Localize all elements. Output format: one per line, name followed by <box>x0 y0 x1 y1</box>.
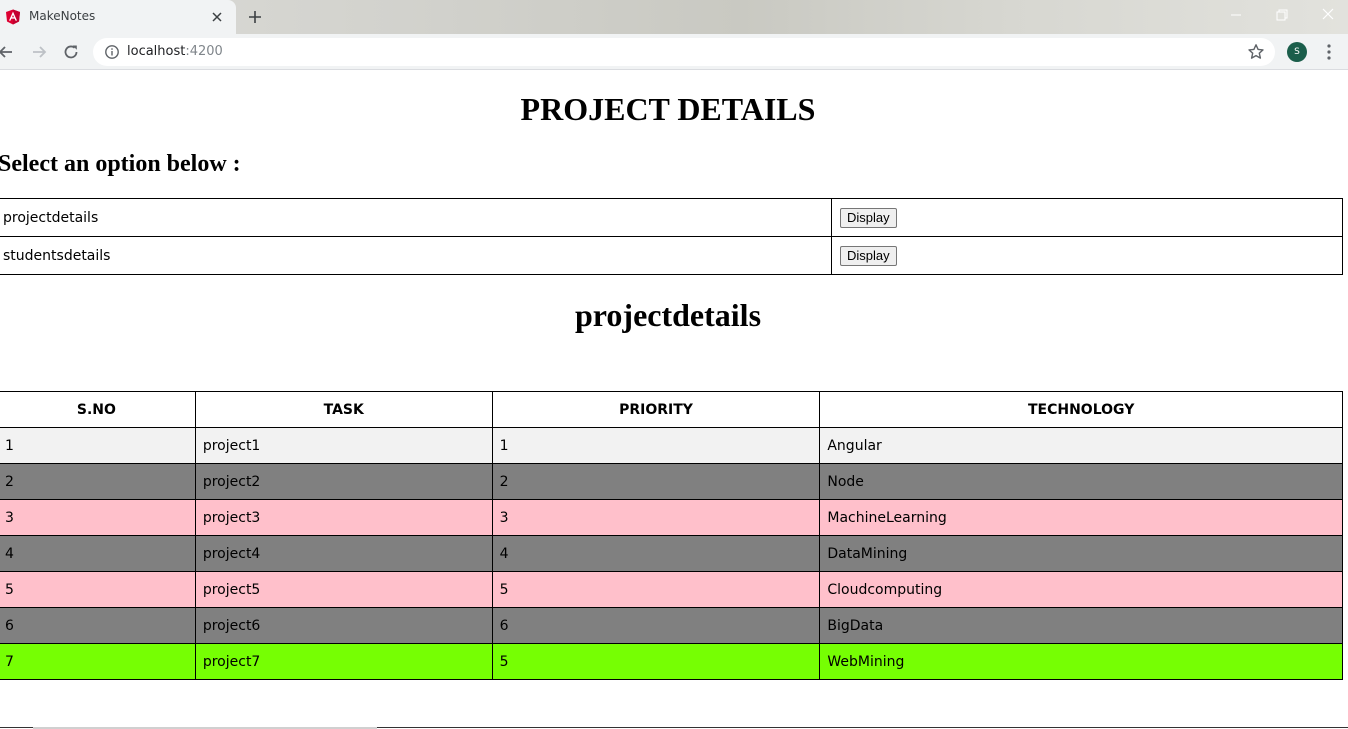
cell-priority: 5 <box>491 643 821 680</box>
table-row: 3 project3 3 MachineLearning <box>0 499 1343 536</box>
cell-task: project7 <box>194 643 493 680</box>
browser-toolbar: localhost:4200 S <box>0 34 1348 70</box>
cell-task: project6 <box>194 607 493 644</box>
cell-technology: Node <box>819 463 1343 500</box>
close-window-icon[interactable] <box>1317 5 1339 25</box>
table-row: 7 project7 5 WebMining <box>0 643 1343 680</box>
cell-sno: 6 <box>0 607 196 644</box>
column-header-priority: PRIORITY <box>491 391 821 428</box>
bookmark-star-icon[interactable] <box>1247 43 1265 61</box>
options-table: projectdetails Display studentsdetails D… <box>0 198 1343 275</box>
option-row-studentsdetails: studentsdetails Display <box>0 236 1343 275</box>
browser-tab[interactable]: MakeNotes <box>0 0 236 34</box>
project-details-table: S.NO TASK PRIORITY TECHNOLOGY 1 project1… <box>0 391 1343 680</box>
table-row: 6 project6 6 BigData <box>0 607 1343 644</box>
url-port: :4200 <box>185 44 223 59</box>
option-name: projectdetails <box>0 198 832 237</box>
page-title: PROJECT DETAILS <box>520 91 816 127</box>
column-header-technology: TECHNOLOGY <box>819 391 1343 428</box>
cell-priority: 5 <box>491 571 821 608</box>
table-row: 4 project4 4 DataMining <box>0 535 1343 572</box>
column-header-task: TASK <box>194 391 493 428</box>
cell-priority: 2 <box>491 463 821 500</box>
display-projectdetails-button[interactable]: Display <box>840 207 897 228</box>
cell-technology: Angular <box>819 427 1343 464</box>
tab-title: MakeNotes <box>29 9 96 23</box>
cell-technology: MachineLearning <box>819 499 1343 536</box>
section-title: projectdetails <box>574 297 762 333</box>
minimize-window-icon[interactable] <box>1225 5 1247 25</box>
angular-favicon-icon <box>6 9 20 25</box>
new-tab-plus-icon[interactable] <box>246 8 264 26</box>
cell-sno: 2 <box>0 463 196 500</box>
cell-task: project3 <box>194 499 493 536</box>
display-studentsdetails-button[interactable]: Display <box>840 245 897 266</box>
cell-technology: BigData <box>819 607 1343 644</box>
table-row: 2 project2 2 Node <box>0 463 1343 500</box>
close-tab-icon[interactable] <box>209 9 225 25</box>
cell-priority: 1 <box>491 427 821 464</box>
profile-avatar[interactable]: S <box>1287 42 1307 62</box>
cell-sno: 7 <box>0 643 196 680</box>
option-row-projectdetails: projectdetails Display <box>0 198 1343 237</box>
cell-technology: WebMining <box>819 643 1343 680</box>
option-name: studentsdetails <box>0 236 832 275</box>
browser-tab-strip: MakeNotes <box>0 0 1348 34</box>
select-option-heading: Select an option below : <box>0 151 241 177</box>
cell-technology: Cloudcomputing <box>819 571 1343 608</box>
option-action-cell: Display <box>831 198 1343 237</box>
reload-icon[interactable] <box>61 42 81 62</box>
cell-task: project4 <box>194 535 493 572</box>
cell-task: project1 <box>194 427 493 464</box>
cell-sno: 3 <box>0 499 196 536</box>
option-action-cell: Display <box>831 236 1343 275</box>
url-host: localhost <box>127 44 186 59</box>
back-arrow-icon[interactable] <box>0 42 16 62</box>
site-info-icon[interactable] <box>104 44 120 60</box>
cell-task: project2 <box>194 463 493 500</box>
cell-priority: 6 <box>491 607 821 644</box>
cell-sno: 1 <box>0 427 196 464</box>
cell-priority: 3 <box>491 499 821 536</box>
table-row: 5 project5 5 Cloudcomputing <box>0 571 1343 608</box>
restore-window-icon[interactable] <box>1271 5 1293 25</box>
cell-technology: DataMining <box>819 535 1343 572</box>
table-row: 1 project1 1 Angular <box>0 427 1343 464</box>
url-text[interactable]: localhost:4200 <box>127 44 223 59</box>
forward-arrow-icon[interactable] <box>29 42 49 62</box>
column-header-sno: S.NO <box>0 391 196 428</box>
more-menu-icon[interactable] <box>1322 42 1336 62</box>
page-content: PROJECT DETAILS Select an option below :… <box>0 71 1348 729</box>
address-bar[interactable]: localhost:4200 <box>93 38 1275 66</box>
cell-sno: 5 <box>0 571 196 608</box>
cell-task: project5 <box>194 571 493 608</box>
cell-sno: 4 <box>0 535 196 572</box>
table-header-row: S.NO TASK PRIORITY TECHNOLOGY <box>0 391 1343 428</box>
cell-priority: 4 <box>491 535 821 572</box>
